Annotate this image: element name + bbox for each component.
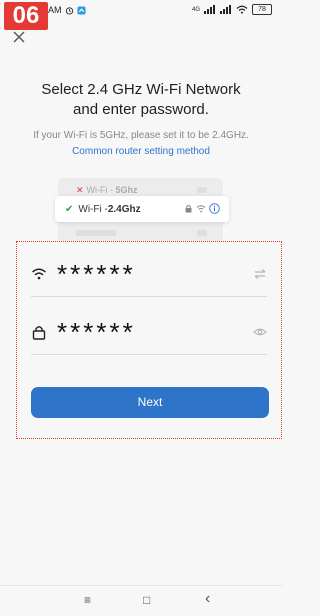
wifi-credentials-form: ****** ****** Next bbox=[16, 241, 282, 439]
cross-icon: ✕ bbox=[76, 185, 84, 195]
router-setting-link[interactable]: Common router setting method bbox=[0, 146, 282, 157]
placeholder-bar bbox=[197, 187, 207, 193]
alarm-icon bbox=[65, 6, 73, 15]
lock-icon bbox=[185, 205, 192, 213]
wifi-24ghz-prefix: Wi-Fi - bbox=[78, 203, 108, 215]
wifi-icon bbox=[32, 268, 46, 280]
info-icon bbox=[209, 203, 220, 214]
ssid-field[interactable]: ****** bbox=[31, 252, 267, 297]
wifi-small-icon bbox=[196, 205, 206, 213]
signal-icon bbox=[204, 5, 215, 14]
show-password-icon[interactable] bbox=[253, 325, 267, 339]
network-type-label: 4G bbox=[191, 6, 200, 13]
status-bar: 06 AM 4G 78 bbox=[0, 0, 282, 30]
system-nav-bar: ≡ □ ‹ bbox=[0, 585, 282, 616]
wifi-5ghz-row: ✕ Wi-Fi - 5Ghz bbox=[76, 185, 138, 196]
app-notification-icon bbox=[76, 5, 86, 15]
close-icon[interactable] bbox=[10, 28, 28, 46]
status-right: 4G 78 bbox=[192, 4, 272, 15]
home-button[interactable]: □ bbox=[143, 593, 150, 607]
switch-network-icon[interactable] bbox=[253, 267, 267, 281]
battery-icon: 78 bbox=[252, 4, 272, 15]
wifi-status-icon bbox=[236, 5, 248, 14]
next-button[interactable]: Next bbox=[31, 387, 269, 418]
placeholder-bar bbox=[76, 230, 116, 236]
signal-icon-2 bbox=[220, 5, 231, 14]
back-button[interactable]: ‹ bbox=[205, 590, 210, 608]
band-hint: If your Wi-Fi is 5GHz, please set it to … bbox=[33, 130, 249, 141]
step-badge: 06 bbox=[4, 2, 48, 30]
check-icon: ✔ bbox=[65, 203, 74, 215]
time-label: AM bbox=[48, 5, 62, 15]
placeholder-bar bbox=[197, 230, 207, 236]
lock-icon bbox=[32, 326, 46, 340]
wifi-24ghz-band: 2.4Ghz bbox=[107, 203, 141, 215]
wifi-5ghz-band: 5Ghz bbox=[115, 185, 138, 195]
battery-level: 78 bbox=[258, 6, 266, 13]
recent-apps-button[interactable]: ≡ bbox=[84, 593, 91, 607]
ssid-input[interactable]: ****** bbox=[57, 258, 136, 290]
page-title: Select 2.4 GHz Wi-Fi Network and enter p… bbox=[41, 81, 241, 118]
status-left: AM bbox=[48, 5, 86, 15]
password-input[interactable]: ****** bbox=[57, 316, 136, 348]
wifi-24ghz-row: ✔ Wi-Fi - 2.4Ghz bbox=[55, 196, 229, 222]
password-field[interactable]: ****** bbox=[31, 310, 267, 355]
wifi-5ghz-prefix: Wi-Fi - bbox=[86, 185, 116, 195]
